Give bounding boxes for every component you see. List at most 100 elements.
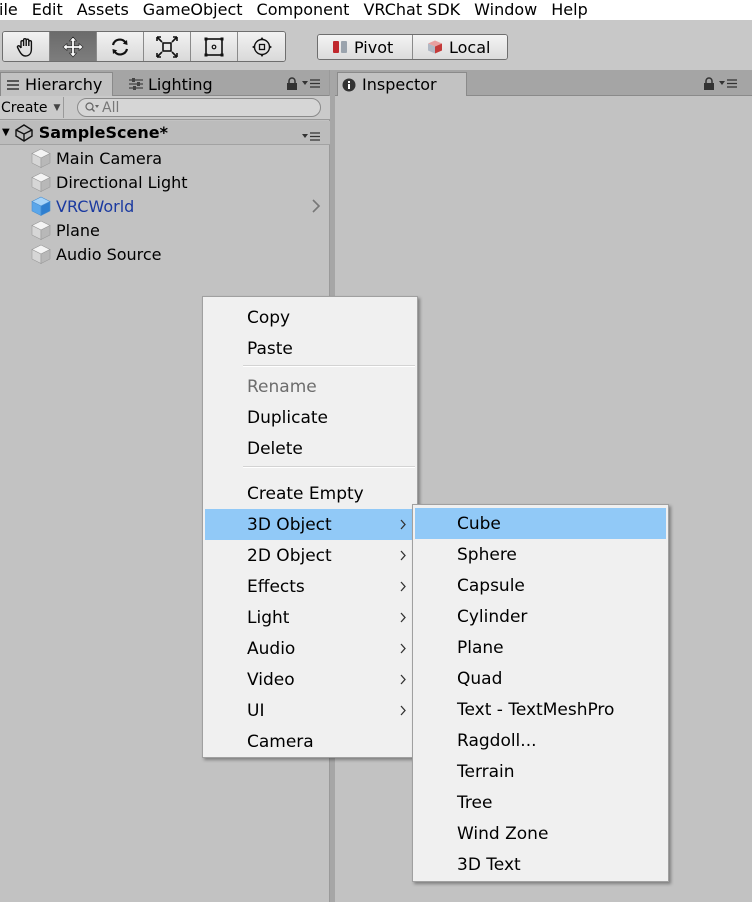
menu-component[interactable]: Component (247, 2, 354, 18)
move-icon (62, 36, 84, 57)
menu-separator (243, 466, 415, 468)
submenu-arrow-icon (400, 705, 406, 716)
info-icon (342, 78, 356, 91)
pivot-button[interactable]: Pivot (318, 35, 413, 59)
create-dropdown[interactable]: Create ▼ (0, 97, 64, 118)
submenu-arrow-icon (400, 519, 406, 530)
submenu-item-sphere[interactable]: Sphere (415, 539, 666, 570)
hierarchy-item-label: Main Camera (56, 148, 163, 168)
scene-menu-button[interactable] (302, 127, 320, 146)
hierarchy-item-label: Plane (56, 220, 100, 240)
submenu-item-quad[interactable]: Quad (415, 663, 666, 694)
list-icon (7, 79, 19, 90)
menu-item-delete[interactable]: Delete (205, 433, 415, 464)
tab-inspector[interactable]: Inspector (337, 72, 467, 96)
chevron-right-icon[interactable] (310, 198, 322, 214)
menu-assets[interactable]: Assets (67, 2, 133, 18)
prefab-cube-icon (31, 196, 51, 216)
search-placeholder: All (102, 99, 120, 116)
scale-tool-button[interactable] (144, 32, 191, 61)
hierarchy-item-label: Directional Light (56, 172, 188, 192)
menu-item-camera[interactable]: Camera (205, 726, 415, 757)
submenu-item-wind-zone[interactable]: Wind Zone (415, 818, 666, 849)
menu-item-3d-object[interactable]: 3D Object (205, 509, 415, 540)
tab-hierarchy[interactable]: Hierarchy (0, 72, 113, 96)
local-icon (428, 40, 442, 54)
menu-edit[interactable]: Edit (22, 2, 67, 18)
hierarchy-item-label: VRCWorld (56, 196, 135, 216)
submenu-item-cube[interactable]: Cube (415, 508, 666, 539)
submenu-item-capsule[interactable]: Capsule (415, 570, 666, 601)
submenu-item-terrain[interactable]: Terrain (415, 756, 666, 787)
menu-item-copy[interactable]: Copy (205, 302, 415, 333)
transform-tools (2, 31, 286, 62)
search-icon (85, 102, 99, 112)
hierarchy-tabstrip: Hierarchy Lighting (0, 70, 329, 96)
submenu-arrow-icon (400, 550, 406, 561)
hierarchy-search-input[interactable]: All (77, 98, 321, 117)
menu-item-label: UI (247, 700, 265, 721)
hierarchy-item-directional-light[interactable]: Directional Light (30, 170, 326, 194)
menu-gameobject[interactable]: GameObject (133, 2, 247, 18)
hierarchy-item-vrcworld[interactable]: VRCWorld (30, 194, 326, 218)
tab-lighting-label: Lighting (148, 74, 213, 94)
menu-item-video[interactable]: Video (205, 664, 415, 695)
rect-tool-button[interactable] (191, 32, 238, 61)
unity-scene-icon (15, 123, 33, 142)
menu-item-duplicate[interactable]: Duplicate (205, 402, 415, 433)
hierarchy-lock-menu (286, 77, 320, 90)
menu-separator (243, 365, 415, 367)
menu-item-label: 2D Object (247, 545, 332, 566)
fold-arrow-icon[interactable]: ▼ (2, 127, 10, 138)
gameobject-cube-icon (31, 148, 51, 168)
scale-icon (156, 35, 178, 58)
menu-item-light[interactable]: Light (205, 602, 415, 633)
hierarchy-item-plane[interactable]: Plane (30, 218, 326, 242)
submenu-item-plane[interactable]: Plane (415, 632, 666, 663)
scene-menu-icon (302, 132, 320, 141)
transform-tool-button[interactable] (238, 32, 285, 61)
lock-icon[interactable] (703, 77, 715, 90)
main-toolbar: Pivot Local (0, 20, 752, 70)
lock-icon[interactable] (286, 77, 298, 90)
local-label: Local (449, 37, 491, 57)
rotate-tool-button[interactable] (97, 32, 144, 61)
rotate-icon (111, 38, 129, 55)
submenu-3d-object: Cube Sphere Capsule Cylinder Plane Quad … (412, 504, 669, 882)
menu-file[interactable]: ile (0, 2, 22, 18)
move-tool-button[interactable] (50, 32, 97, 61)
menu-item-create-empty[interactable]: Create Empty (205, 478, 415, 509)
hierarchy-item-audio-source[interactable]: Audio Source (30, 242, 326, 266)
menu-item-2d-object[interactable]: 2D Object (205, 540, 415, 571)
menu-help[interactable]: Help (541, 2, 591, 18)
submenu-item-text-meshpro[interactable]: Text - TextMeshPro (415, 694, 666, 725)
menu-vrchat-sdk[interactable]: VRChat SDK (353, 2, 464, 18)
menu-item-audio[interactable]: Audio (205, 633, 415, 664)
tab-lighting[interactable]: Lighting (124, 72, 234, 96)
submenu-item-tree[interactable]: Tree (415, 787, 666, 818)
submenu-item-ragdoll[interactable]: Ragdoll... (415, 725, 666, 756)
gameobject-cube-icon (31, 220, 51, 240)
submenu-item-3d-text[interactable]: 3D Text (415, 849, 666, 880)
submenu-arrow-icon (400, 612, 406, 623)
scene-row[interactable]: ▼ SampleScene* (0, 121, 330, 145)
submenu-item-cylinder[interactable]: Cylinder (415, 601, 666, 632)
create-label: Create (1, 99, 48, 116)
menu-window[interactable]: Window (464, 2, 541, 18)
hierarchy-item-main-camera[interactable]: Main Camera (30, 146, 326, 170)
menu-item-label: Light (247, 607, 290, 628)
menu-item-label: Video (247, 669, 295, 690)
pivot-toggle-group: Pivot Local (317, 34, 508, 60)
panel-menu-icon[interactable] (719, 78, 737, 89)
local-button[interactable]: Local (413, 35, 507, 59)
inspector-tabstrip: Inspector (335, 70, 752, 96)
menu-item-effects[interactable]: Effects (205, 571, 415, 602)
menu-item-paste[interactable]: Paste (205, 333, 415, 364)
menu-item-ui[interactable]: UI (205, 695, 415, 726)
gameobject-cube-icon (31, 172, 51, 192)
panel-menu-icon[interactable] (302, 78, 320, 89)
transform-icon (251, 36, 272, 57)
dropdown-arrow-icon: ▼ (53, 102, 61, 113)
hand-tool-button[interactable] (3, 32, 50, 61)
scene-name: SampleScene* (38, 123, 168, 142)
